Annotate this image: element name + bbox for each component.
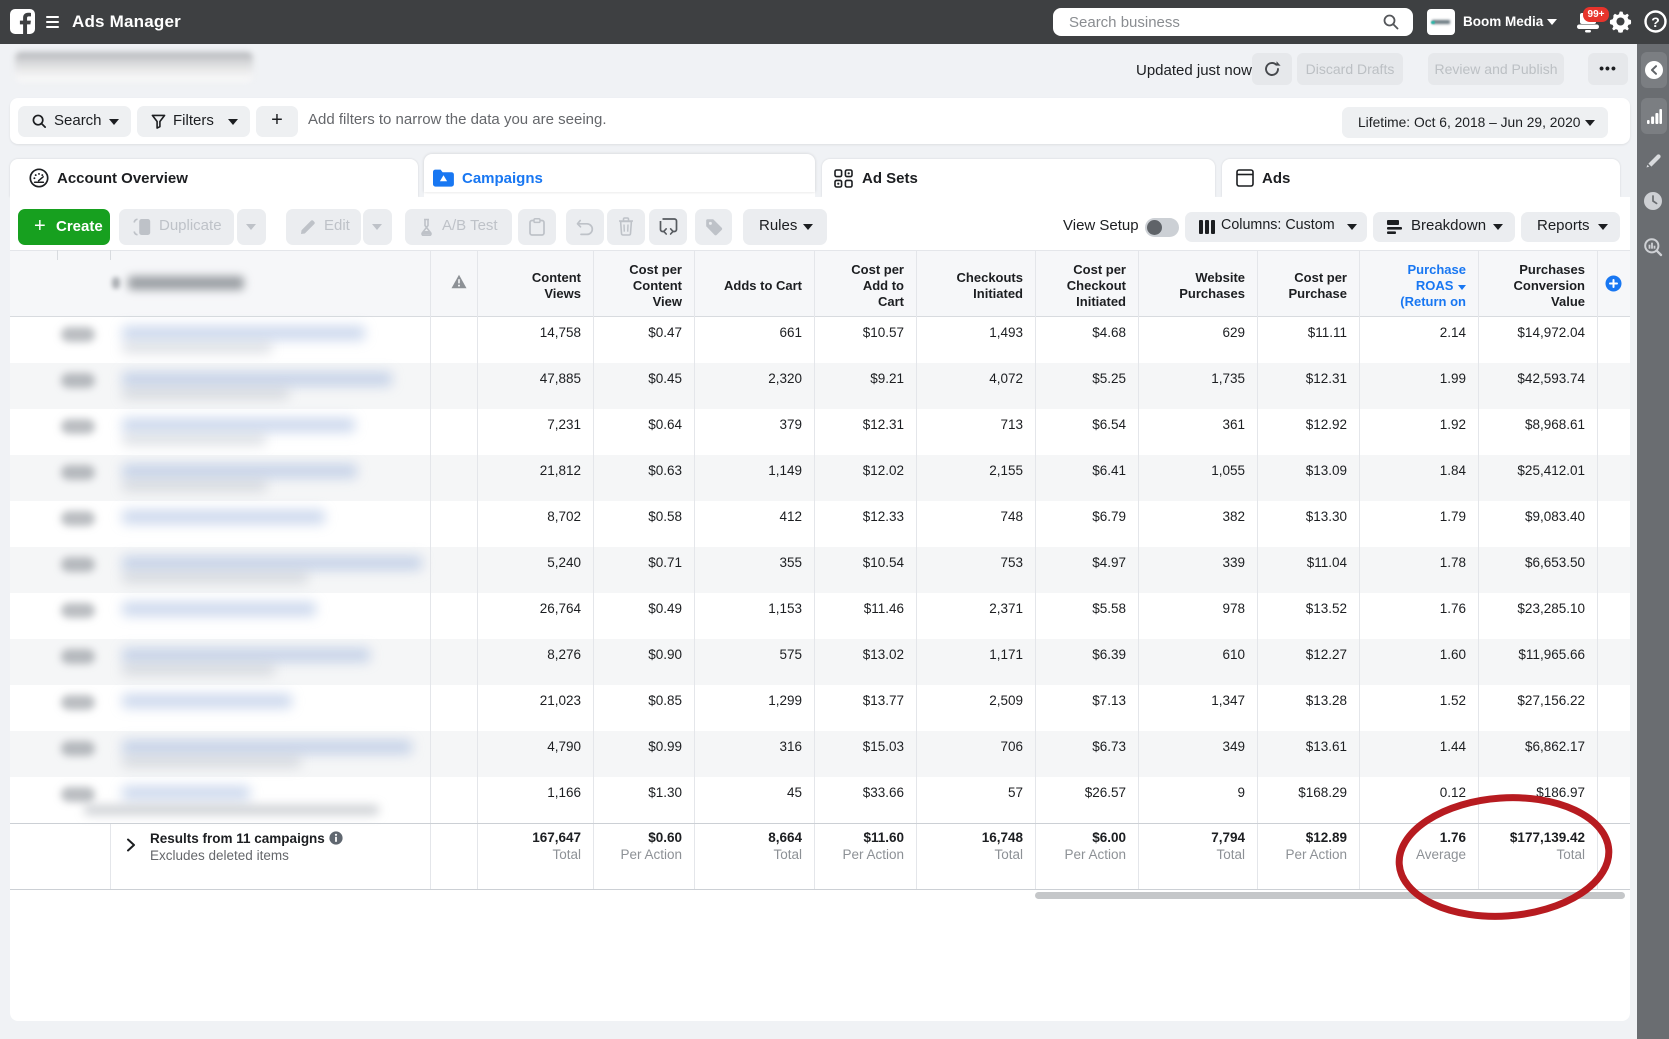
svg-text:?: ? — [1651, 14, 1660, 30]
